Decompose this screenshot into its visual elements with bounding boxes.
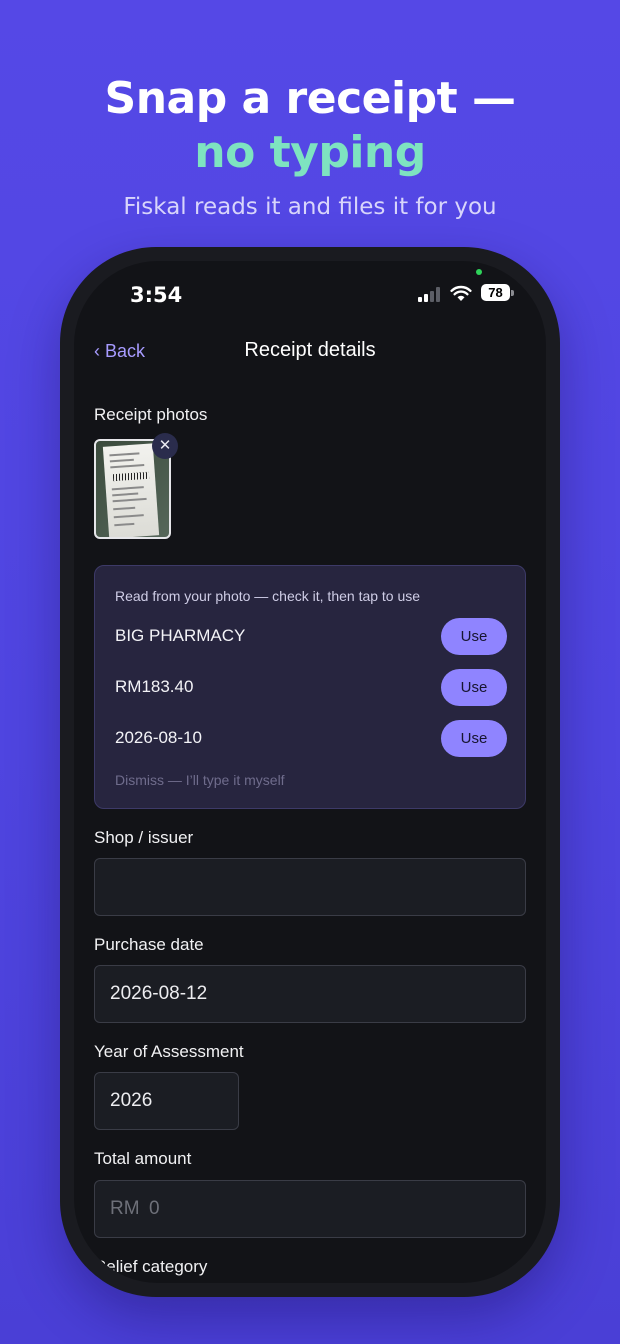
relief-category-label: Relief category xyxy=(94,1257,208,1276)
phone-frame: 3:54 78 Receipt details ‹ Back Receipt p… xyxy=(60,247,560,1297)
year-of-assessment-input[interactable]: 2026 xyxy=(94,1072,239,1130)
promo-headline: Snap a receipt — no typing xyxy=(0,72,620,180)
ocr-suggestion-shop: BIG PHARMACY Use xyxy=(115,618,507,655)
remove-photo-button[interactable]: ✕ xyxy=(152,433,178,459)
purchase-date-label: Purchase date xyxy=(94,935,204,954)
nav-bar: Receipt details ‹ Back xyxy=(74,339,546,379)
promo-subline: Fiskal reads it and files it for you xyxy=(123,194,497,220)
receipt-paper-image xyxy=(102,443,160,537)
ocr-amount-value: RM183.40 xyxy=(115,677,194,696)
battery-tip-icon xyxy=(511,290,514,296)
headline-line-1: Snap a receipt — xyxy=(104,73,516,124)
ocr-shop-value: BIG PHARMACY xyxy=(115,626,246,645)
total-amount-input[interactable]: RM 0 xyxy=(94,1180,526,1238)
use-shop-button[interactable]: Use xyxy=(441,618,507,655)
use-date-button[interactable]: Use xyxy=(441,720,507,757)
year-of-assessment-value: 2026 xyxy=(110,1090,153,1111)
use-amount-button[interactable]: Use xyxy=(441,669,507,706)
currency-prefix: RM xyxy=(110,1198,140,1219)
ocr-suggestions-card: Read from your photo — check it, then ta… xyxy=(94,565,526,809)
ocr-date-value: 2026-08-10 xyxy=(115,728,202,747)
shop-issuer-label: Shop / issuer xyxy=(94,828,194,847)
total-amount-label: Total amount xyxy=(94,1149,192,1168)
status-time: 3:54 xyxy=(130,283,183,307)
dismiss-ocr-link[interactable]: Dismiss — I’ll type it myself xyxy=(115,772,285,788)
headline-line-2: no typing xyxy=(194,127,426,178)
shop-issuer-input[interactable] xyxy=(94,858,526,916)
year-of-assessment-label: Year of Assessment xyxy=(94,1042,244,1061)
camera-indicator-icon xyxy=(476,269,482,275)
promo-header: Snap a receipt — no typing Fiskal reads … xyxy=(0,72,620,220)
back-button[interactable]: ‹ Back xyxy=(94,341,145,362)
status-bar: 3:54 78 xyxy=(74,261,546,321)
cellular-signal-icon xyxy=(418,287,442,302)
purchase-date-input[interactable]: 2026-08-12 xyxy=(94,965,526,1023)
battery-icon: 78 xyxy=(481,284,510,301)
phone-screen: 3:54 78 Receipt details ‹ Back Receipt p… xyxy=(74,261,546,1283)
purchase-date-value: 2026-08-12 xyxy=(110,983,208,1004)
ocr-suggestion-amount: RM183.40 Use xyxy=(115,669,507,706)
ocr-suggestion-date: 2026-08-10 Use xyxy=(115,720,507,757)
wifi-icon xyxy=(450,285,472,301)
ocr-hint-text: Read from your photo — check it, then ta… xyxy=(115,588,421,604)
receipt-photos-label: Receipt photos xyxy=(94,405,208,424)
total-amount-placeholder: 0 xyxy=(149,1198,160,1219)
